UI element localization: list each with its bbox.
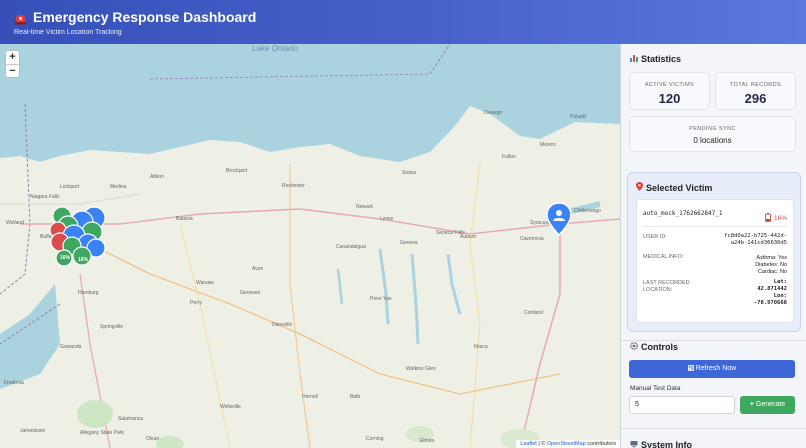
place-label: Cortland: [524, 310, 543, 316]
battery-icon: [765, 209, 771, 227]
app-header: Emergency Response Dashboard Real-time V…: [0, 0, 806, 44]
place-label: Ithaca: [474, 344, 488, 350]
last-location-value: Lat: 42.871442 Lon: -78.970668: [753, 279, 787, 306]
leaflet-link[interactable]: Leaflet: [520, 441, 537, 447]
place-label: Corning: [366, 436, 384, 442]
plus-icon: +: [749, 401, 754, 408]
zoom-control: + −: [5, 50, 20, 78]
place-label: Lockport: [60, 184, 80, 190]
page-title: Emergency Response Dashboard: [33, 9, 257, 25]
place-label: Fulton: [502, 154, 516, 160]
battery-level: 16%: [773, 214, 787, 222]
place-label: Warsaw: [196, 280, 214, 286]
selected-victim-heading: Selected Victim: [636, 182, 712, 193]
refresh-now-button[interactable]: Refresh Now: [629, 360, 795, 378]
statistics-heading: Statistics: [630, 54, 681, 64]
place-label: Mexico: [540, 142, 556, 148]
refresh-icon: [687, 364, 696, 372]
battery-status: 16%: [765, 209, 787, 227]
total-records-value: 296: [744, 91, 767, 106]
siren-icon: [14, 11, 27, 24]
computer-icon: [630, 440, 638, 448]
selected-victim-panel: Selected Victim auto_mock_1762662847_1 1…: [627, 172, 801, 332]
place-label: Brockport: [226, 168, 248, 174]
selected-victim-marker[interactable]: [545, 202, 573, 236]
place-label: Niagara Falls: [30, 194, 60, 200]
place-label: Cazenovia: [520, 236, 544, 242]
lake-label: Lake Ontario: [252, 44, 298, 53]
divider: [621, 340, 806, 341]
place-label: Penn Yan: [370, 296, 392, 302]
divider: [643, 226, 787, 227]
place-label: Geneva: [400, 240, 418, 246]
side-panel: Statistics ACTIVE VICTIMS 120 TOTAL RECO…: [620, 44, 806, 448]
zoom-in-button[interactable]: +: [6, 51, 19, 64]
place-label: Lyons: [380, 216, 394, 222]
user-id-value: fc8d0a22-b725-442d- a24b-141cd36630d5: [724, 233, 787, 246]
place-label: Salamanca: [118, 416, 144, 422]
place-label: Fredonia: [4, 380, 24, 386]
zoom-out-button[interactable]: −: [6, 64, 19, 77]
active-victims-card: ACTIVE VICTIMS 120: [629, 72, 710, 110]
generate-button[interactable]: + Generate: [740, 396, 795, 414]
place-label: Bath: [350, 394, 361, 400]
manual-test-data-label: Manual Test Data: [630, 385, 681, 392]
controls-heading: Controls: [630, 342, 678, 352]
pending-sync-card: PENDING SYNC 0 locations: [629, 116, 796, 152]
place-label: Chittenango: [574, 208, 601, 214]
gear-icon: [630, 342, 638, 352]
place-label: Pulaski: [570, 114, 587, 120]
place-label: Gowanda: [60, 344, 82, 350]
bar-chart-icon: [630, 54, 638, 64]
medical-info-value: Asthma: Yes Diabetes: No Cardiac: No: [755, 255, 787, 275]
total-records-card: TOTAL RECORDS 296: [715, 72, 796, 110]
cluster-label: 16%: [60, 255, 71, 261]
place-label: Hornell: [302, 394, 318, 400]
map-attribution: Leaflet | © OpenStreetMap contributors: [516, 440, 620, 448]
divider: [621, 428, 806, 429]
place-label: Perry: [190, 300, 202, 306]
place-label: Olean: [146, 436, 160, 442]
active-victims-value: 120: [658, 91, 681, 106]
victim-details-card: auto_mock_1762662847_1 16% USER ID: fc8d…: [636, 199, 794, 323]
cluster-label: 16%: [78, 257, 89, 263]
victim-id: auto_mock_1762662847_1: [643, 210, 723, 217]
place-label: Hamburg: [78, 290, 99, 296]
medical-info-label: MEDICAL INFO:: [643, 254, 684, 260]
system-info-heading: System Info: [630, 440, 692, 448]
place-label: Wellsville: [220, 404, 241, 410]
place-label: Albion: [150, 174, 164, 180]
place-label: Newark: [356, 204, 373, 210]
place-label: Dansville: [272, 322, 293, 328]
place-label: Jamestown: [20, 428, 46, 434]
test-data-count-input[interactable]: 5: [629, 396, 735, 414]
place-label: Oswego: [484, 110, 503, 116]
place-label: Batavia: [176, 216, 193, 222]
place-label: Canandaigua: [336, 244, 366, 250]
page-subtitle: Real-time Victim Location Tracking: [14, 29, 122, 36]
place-label: Medina: [110, 184, 127, 190]
place-label: Watkins Glen: [406, 366, 436, 372]
pending-sync-value: 0 locations: [693, 136, 732, 145]
map-view[interactable]: Lake Ontario Oswego Syracuse Rochester B…: [0, 44, 620, 448]
pin-icon: [636, 182, 643, 193]
osm-link[interactable]: OpenStreetMap: [547, 441, 586, 447]
place-label: Rochester: [282, 183, 305, 189]
place-label: Geneseo: [240, 290, 261, 296]
place-label: Seneca Falls: [436, 230, 465, 236]
place-label: Avon: [252, 266, 264, 272]
place-label: Sodus: [402, 170, 417, 176]
place-label: Welland: [6, 220, 24, 226]
user-id-label: USER ID:: [643, 234, 667, 240]
place-label: Allegany State Park: [80, 430, 124, 436]
place-label: Springville: [100, 324, 124, 330]
last-location-label: LAST RECORDED LOCATION:: [643, 280, 690, 293]
place-label: Elmira: [420, 438, 435, 444]
